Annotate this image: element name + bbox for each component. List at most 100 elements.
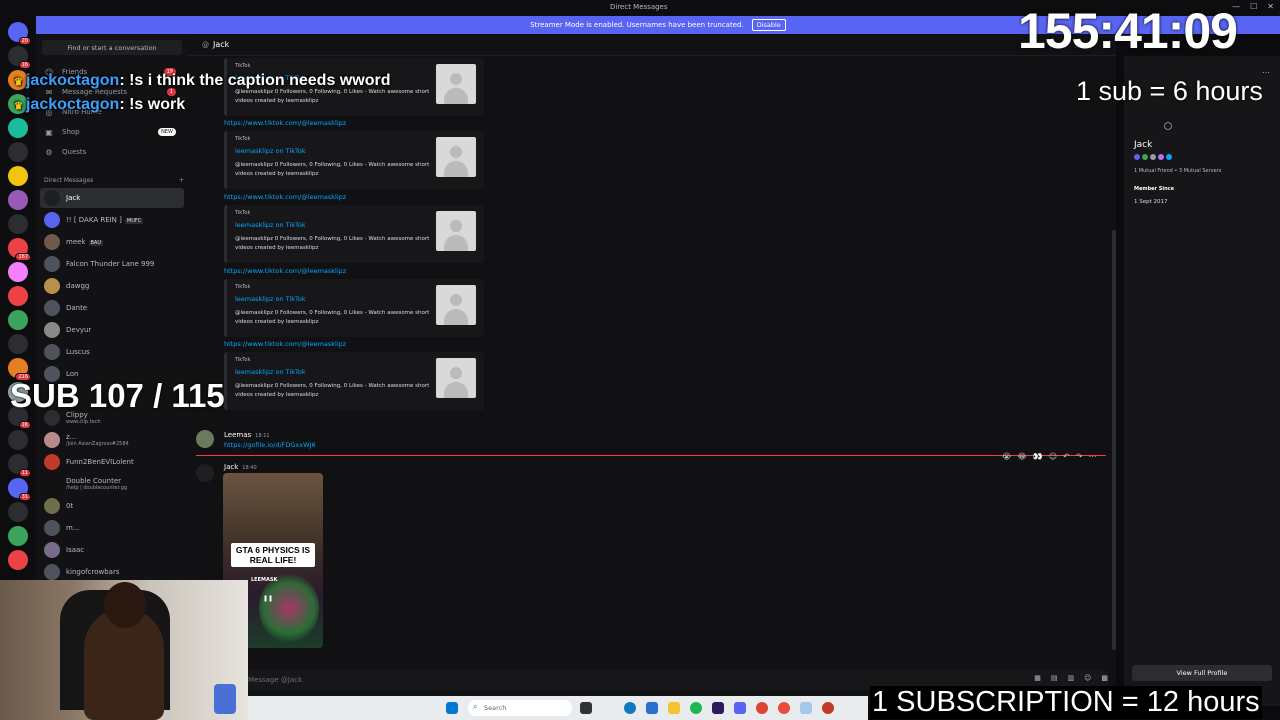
dm-item[interactable]: Isaac [40, 540, 184, 560]
sticker-icon[interactable]: ▥ [1067, 674, 1074, 682]
premiere-icon[interactable] [712, 702, 724, 714]
profile-more-icon[interactable]: ⋯ [1262, 68, 1270, 77]
dm-item[interactable]: Double Counter/help | doublecounter.gg [40, 474, 184, 494]
dm-item[interactable]: Falcon Thunder Lane 999 [40, 254, 184, 274]
avatar[interactable] [196, 464, 214, 482]
taskbar-search[interactable]: ⌕ Search [468, 700, 572, 716]
view-full-profile-button[interactable]: View Full Profile [1132, 665, 1272, 681]
reply-icon[interactable]: ↶ [1063, 452, 1070, 461]
create-dm-icon[interactable]: + [179, 177, 184, 184]
dm-item[interactable]: Funn2BenEVILolent [40, 452, 184, 472]
mutual-info[interactable]: 1 Mutual Friend • 3 Mutual Servers [1134, 168, 1221, 174]
dm-item[interactable]: Luscus [40, 342, 184, 362]
embed-thumbnail[interactable] [436, 358, 476, 398]
sidebar-badge: NEW [158, 128, 176, 136]
dm-item[interactable]: Dante [40, 298, 184, 318]
message-link[interactable]: https://www.tiktok.com/@leemasklipz [224, 267, 346, 275]
app-icon[interactable] [800, 702, 812, 714]
server-icon[interactable]: 216 [8, 358, 31, 381]
dm-item[interactable]: Jack [40, 188, 184, 208]
message-author[interactable]: Jack 18:40 [224, 463, 257, 471]
sidebar-item-quests[interactable]: ⚙ Quests [44, 144, 184, 160]
embed-title[interactable]: leemasklipz on TikTok [235, 221, 306, 229]
server-icon[interactable] [8, 118, 28, 138]
chrome-icon[interactable] [756, 702, 768, 714]
find-conversation-button[interactable]: Find or start a conversation [42, 40, 182, 55]
more-icon[interactable]: ⋯ [1088, 452, 1096, 461]
dm-item[interactable]: meek BAU [40, 232, 184, 252]
dm-item[interactable]: Devyur [40, 320, 184, 340]
server-icon[interactable] [8, 502, 28, 522]
close-icon[interactable]: ✕ [1267, 2, 1274, 11]
server-icon[interactable] [8, 142, 28, 162]
dm-name: 0t [66, 502, 74, 510]
start-icon[interactable] [446, 702, 458, 714]
author-name[interactable]: Jack [224, 463, 238, 471]
avatar [44, 520, 60, 536]
gift-icon[interactable]: ▦ [1034, 674, 1041, 682]
server-icon[interactable] [8, 166, 28, 186]
maximize-icon[interactable]: ☐ [1250, 2, 1257, 11]
author-name[interactable]: Leemas [224, 431, 251, 439]
disable-streamer-mode-button[interactable]: Disable [751, 19, 786, 31]
embed-title[interactable]: leemasklipz on TikTok [235, 295, 306, 303]
message-link[interactable]: https://www.tiktok.com/@leemasklipz [224, 340, 346, 348]
spotify-icon[interactable] [690, 702, 702, 714]
embed-thumbnail[interactable] [436, 137, 476, 177]
server-icon[interactable] [8, 334, 28, 354]
dm-status: www.clip.tech [66, 419, 101, 425]
embed-thumbnail[interactable] [436, 285, 476, 325]
embed-title[interactable]: leemasklipz on TikTok [235, 368, 306, 376]
reaction-icon[interactable]: 😭 [1002, 452, 1011, 461]
folder-icon[interactable] [668, 702, 680, 714]
server-icon[interactable]: 11 [8, 454, 31, 477]
app-icon[interactable] [822, 702, 834, 714]
apps-icon[interactable]: ▩ [1101, 674, 1108, 682]
gif-icon[interactable]: ▤ [1051, 674, 1058, 682]
message-link[interactable]: https://www.tiktok.com/@leemasklipz [224, 119, 346, 127]
emoji-icon[interactable]: ☺ [1084, 674, 1091, 682]
server-icon[interactable] [8, 262, 28, 282]
link-embed: TikTok leemasklipz on TikTok @leemasklipz … [224, 279, 484, 337]
server-icon[interactable] [8, 286, 28, 306]
avatar[interactable] [196, 430, 214, 448]
server-icon[interactable] [8, 214, 28, 234]
crown-icon: ♛ [14, 77, 23, 88]
message-link[interactable]: https://gofile.io/d/FDGxxWJ6 [224, 441, 316, 449]
message-link[interactable]: https://www.tiktok.com/@leemasklipz [224, 193, 346, 201]
taskview-icon[interactable] [580, 702, 592, 714]
server-icon[interactable] [8, 550, 28, 570]
reaction-icon[interactable]: 👀 [1033, 452, 1043, 461]
embed-thumbnail[interactable] [436, 64, 476, 104]
store-icon[interactable] [646, 702, 658, 714]
sidebar-item-shop[interactable]: ▣ Shop NEW [44, 124, 184, 140]
dm-item[interactable]: 0t [40, 496, 184, 516]
dm-name: m... [66, 524, 80, 532]
add-reaction-icon[interactable]: ☺ [1049, 452, 1057, 461]
discord-icon[interactable] [734, 702, 746, 714]
message-author[interactable]: Leemas 18:11 [224, 431, 270, 439]
dm-item[interactable]: !! [ DAKA REIN ] MUFC [40, 210, 184, 230]
server-icon[interactable] [8, 310, 28, 330]
dm-item[interactable]: m... [40, 518, 184, 538]
dm-item[interactable]: kingofcrowbars [40, 562, 184, 582]
avatar [44, 190, 60, 206]
forward-icon[interactable]: ↷ [1076, 452, 1083, 461]
pause-icon[interactable]: ❚❚ [263, 595, 273, 602]
reaction-icon[interactable]: 😂 [1017, 452, 1026, 461]
edge-icon[interactable] [624, 702, 636, 714]
embed-thumbnail[interactable] [436, 211, 476, 251]
server-icon[interactable] [8, 430, 28, 450]
server-icon[interactable]: 20 [8, 22, 31, 45]
server-icon[interactable] [8, 526, 28, 546]
chat-scrollbar[interactable] [1112, 230, 1116, 650]
server-icon[interactable]: 167 [8, 238, 31, 261]
dm-item[interactable]: dawgg [40, 276, 184, 296]
server-icon[interactable]: 16 [8, 46, 31, 69]
embed-title[interactable]: leemasklipz on TikTok [235, 147, 306, 155]
default-avatar-head [450, 73, 462, 85]
dm-item[interactable]: z.../join AsianZagross#2584 [40, 430, 184, 450]
server-icon[interactable] [8, 190, 28, 210]
app-icon[interactable] [778, 702, 790, 714]
server-icon[interactable]: 31 [8, 478, 31, 501]
